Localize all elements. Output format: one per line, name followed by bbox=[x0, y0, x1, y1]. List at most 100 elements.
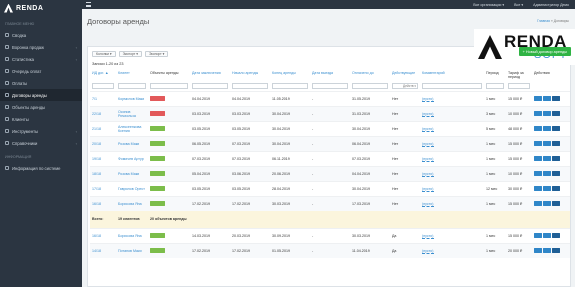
filter-input[interactable] bbox=[508, 82, 530, 89]
id-value[interactable]: 19/18 bbox=[92, 157, 101, 161]
sidebar-item-2[interactable]: Статистика ‹ bbox=[0, 53, 82, 65]
filter-input[interactable] bbox=[192, 82, 228, 89]
edit-icon[interactable] bbox=[534, 171, 542, 176]
comment-value[interactable]: (пусто) bbox=[422, 126, 434, 132]
sidebar-item-1[interactable]: Воронка продаж ‹ bbox=[0, 41, 82, 53]
id-value[interactable]: 21/18 bbox=[92, 127, 101, 131]
edit-icon[interactable] bbox=[534, 141, 542, 146]
view-icon[interactable] bbox=[543, 96, 551, 101]
client-value[interactable]: Розова Маки bbox=[118, 142, 139, 146]
id-value[interactable]: 16/18 bbox=[92, 234, 101, 238]
object-badge[interactable] bbox=[150, 201, 165, 207]
view-icon[interactable] bbox=[543, 201, 551, 207]
client-value[interactable]: Алексеенкова Ксения bbox=[118, 125, 141, 133]
filter-input[interactable] bbox=[312, 82, 348, 89]
table-row[interactable]: 22/18 Осипов Ричиольза 03.03.2019 03.03.201… bbox=[90, 105, 570, 121]
object-badge[interactable] bbox=[150, 126, 165, 131]
client-value[interactable]: Гаврилов Орест bbox=[118, 187, 145, 191]
client-value[interactable]: Фомичев Артур bbox=[118, 157, 144, 161]
table-row[interactable]: 20/18 Розова Маки 06.05.2019 07.03.2019 30.0… bbox=[90, 135, 570, 151]
object-badge[interactable] bbox=[150, 248, 165, 254]
sidebar-item-7[interactable]: Клиенты bbox=[0, 113, 82, 125]
id-value[interactable]: 22/18 bbox=[92, 112, 101, 116]
client-value[interactable]: Розова Маки bbox=[118, 172, 139, 176]
comment-value[interactable]: (пусто) bbox=[422, 171, 434, 177]
view-icon[interactable] bbox=[543, 141, 551, 146]
object-badge[interactable] bbox=[150, 156, 165, 161]
object-badge[interactable] bbox=[150, 233, 165, 238]
table-row[interactable]: 18/18 Розова Маки 05.04.2019 03.06.2019 20.0… bbox=[90, 165, 570, 181]
view-icon[interactable] bbox=[543, 186, 551, 191]
arrow-right-icon[interactable] bbox=[552, 141, 560, 146]
view-icon[interactable] bbox=[543, 126, 551, 131]
view-icon[interactable] bbox=[543, 111, 551, 116]
comment-value[interactable]: (пусто) bbox=[422, 141, 434, 147]
table-row[interactable]: 19/18 Фомичев Артур 07.03.2019 07.03.2019 06… bbox=[90, 150, 570, 166]
sidebar-item-system-info[interactable]: Информация по системе bbox=[0, 162, 82, 174]
table-row[interactable]: 17/18 Гаврилов Орест 03.05.2019 03.05.2019 2… bbox=[90, 180, 570, 196]
table-row[interactable]: 16/18 Борисова Яна 14.03.2019 20.03.2019 30.… bbox=[90, 227, 570, 243]
edit-icon[interactable] bbox=[534, 96, 542, 101]
arrow-right-icon[interactable] bbox=[552, 186, 560, 191]
client-value[interactable]: Осипов Ричиольза bbox=[118, 110, 136, 118]
breadcrumb-home[interactable]: Главная bbox=[537, 19, 550, 23]
user-menu[interactable]: Администратор Демо bbox=[533, 3, 569, 7]
client-value[interactable]: Борисова Яна bbox=[118, 234, 142, 238]
filter-input[interactable] bbox=[352, 82, 388, 89]
id-value[interactable]: 14/18 bbox=[92, 249, 101, 253]
column-header[interactable]: Объекты аренды bbox=[148, 69, 190, 81]
filter-input[interactable] bbox=[232, 82, 268, 89]
column-header[interactable]: Конец аренды bbox=[270, 69, 310, 81]
edit-icon[interactable] bbox=[534, 111, 542, 116]
all-dropdown[interactable]: Все ▾ bbox=[514, 3, 523, 7]
comment-value[interactable]: (пусто) bbox=[422, 156, 434, 162]
sidebar-item-6[interactable]: Объекты аренды bbox=[0, 101, 82, 113]
column-header[interactable]: Дата заключения bbox=[190, 69, 230, 81]
org-dropdown[interactable]: Все организации ▾ bbox=[473, 3, 504, 7]
arrow-right-icon[interactable] bbox=[552, 201, 560, 207]
client-value[interactable]: Борисова Яна bbox=[118, 202, 142, 206]
edit-icon[interactable] bbox=[534, 233, 542, 238]
arrow-right-icon[interactable] bbox=[552, 96, 560, 101]
id-value[interactable]: 18/18 bbox=[92, 172, 101, 176]
object-badge[interactable] bbox=[150, 96, 165, 101]
id-value[interactable]: 17/18 bbox=[92, 187, 101, 191]
comment-value[interactable]: (пусто) bbox=[422, 233, 434, 239]
brand-logo[interactable]: RENDA bbox=[0, 0, 82, 16]
sidebar-item-0[interactable]: Сводка bbox=[0, 29, 82, 41]
client-value[interactable]: Потапов Маки bbox=[118, 249, 142, 253]
sidebar-item-3[interactable]: Очередь оплат bbox=[0, 65, 82, 77]
client-value[interactable]: Кормилов Маки bbox=[118, 97, 144, 101]
comment-value[interactable]: (пусто) bbox=[422, 111, 434, 117]
column-header[interactable]: Комментарий bbox=[420, 69, 484, 81]
arrow-right-icon[interactable] bbox=[552, 248, 560, 254]
new-contract-button[interactable]: + Новый договор аренды bbox=[518, 47, 571, 56]
arrow-right-icon[interactable] bbox=[552, 111, 560, 116]
comment-value[interactable]: (пусто) bbox=[422, 186, 434, 192]
column-header[interactable]: Период bbox=[484, 69, 506, 81]
filter-input[interactable] bbox=[92, 82, 114, 89]
table-row[interactable]: 21/18 Алексеенкова Ксения 03.05.2019 03.05.… bbox=[90, 120, 570, 136]
view-icon[interactable] bbox=[543, 233, 551, 238]
id-value[interactable]: 16/18 bbox=[92, 202, 101, 206]
comment-value[interactable]: (пусто) bbox=[422, 201, 434, 207]
arrow-right-icon[interactable] bbox=[552, 126, 560, 131]
edit-icon[interactable] bbox=[534, 248, 542, 254]
export-button[interactable]: Экспорт ▾ bbox=[118, 51, 142, 57]
sidebar-item-9[interactable]: Справочники ‹ bbox=[0, 137, 82, 149]
column-header[interactable]: Дата выезда bbox=[310, 69, 350, 81]
edit-icon[interactable] bbox=[534, 186, 542, 191]
column-header[interactable]: Оплачено до bbox=[350, 69, 390, 81]
view-icon[interactable] bbox=[543, 156, 551, 161]
edit-icon[interactable] bbox=[534, 156, 542, 161]
table-row[interactable]: 7/1 Кормилов Маки 04.04.2019 04.04.2019 11.0… bbox=[90, 90, 570, 106]
table-row[interactable]: 16/18 Борисова Яна 17.02.2019 17.02.2019 30.… bbox=[90, 195, 570, 211]
filter-input[interactable] bbox=[422, 82, 482, 89]
comment-value[interactable]: (пусто) bbox=[422, 96, 434, 102]
edit-icon[interactable] bbox=[534, 201, 542, 207]
object-badge[interactable] bbox=[150, 141, 165, 146]
column-header[interactable]: Начало аренды bbox=[230, 69, 270, 81]
filter-input[interactable]: Действ ▾ bbox=[392, 82, 418, 89]
object-badge[interactable] bbox=[150, 186, 165, 191]
column-header[interactable]: Действующие bbox=[390, 69, 420, 81]
